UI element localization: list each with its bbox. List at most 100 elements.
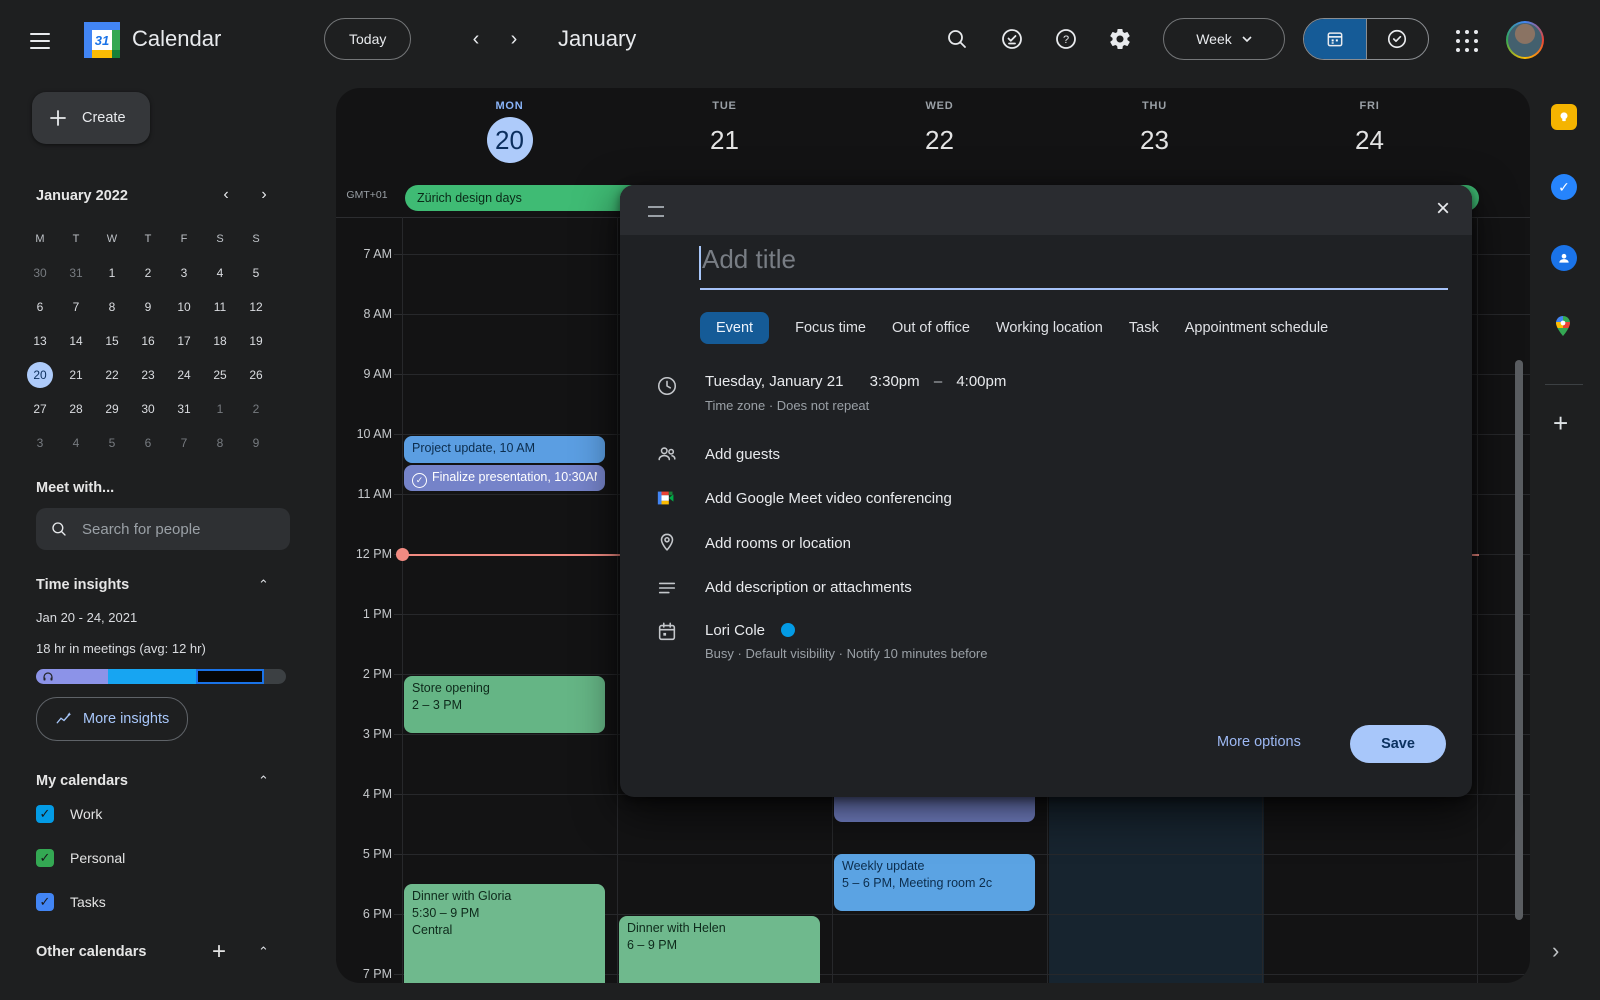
mini-calendar-day[interactable]: 9 [243, 430, 269, 456]
keep-icon[interactable] [1551, 104, 1577, 130]
view-selector-dropdown[interactable]: Week [1163, 18, 1285, 60]
mini-calendar-day[interactable]: 18 [207, 328, 233, 354]
tab-focus-time[interactable]: Focus time [795, 320, 866, 336]
mini-calendar-day[interactable]: 31 [171, 396, 197, 422]
apps-grid-icon[interactable] [1456, 30, 1480, 54]
tab-task[interactable]: Task [1129, 320, 1159, 336]
mini-calendar-day[interactable]: 3 [171, 260, 197, 286]
mini-calendar-day[interactable]: 10 [171, 294, 197, 320]
event-chip-dinner-with-gloria[interactable]: Dinner with Gloria5:30 – 9 PMCentral [404, 884, 605, 983]
more-options-button[interactable]: More options [1217, 734, 1301, 750]
mini-calendar-day[interactable]: 4 [63, 430, 89, 456]
mini-calendar-prev-icon[interactable]: ‹ [214, 186, 238, 204]
mini-calendar-day[interactable]: 3 [27, 430, 53, 456]
mini-calendar-day[interactable]: 28 [63, 396, 89, 422]
mini-calendar-day[interactable]: 5 [99, 430, 125, 456]
mini-calendar-day[interactable]: 1 [99, 260, 125, 286]
calendar-list-item[interactable]: ✓Personal [0, 836, 300, 880]
tab-appointment-schedule[interactable]: Appointment schedule [1185, 320, 1329, 336]
event-chip-weekly-update[interactable]: Weekly update5 – 6 PM, Meeting room 2c [834, 854, 1035, 911]
event-date[interactable]: Tuesday, January 21 [705, 373, 843, 390]
close-icon[interactable]: × [1436, 195, 1450, 223]
timezone-repeat-row[interactable]: Time zone · Does not repeat [705, 398, 869, 413]
calendar-checkbox-work[interactable]: ✓ [36, 805, 54, 823]
hide-panel-chevron-icon[interactable]: › [1552, 938, 1559, 964]
mini-calendar-day[interactable]: 24 [171, 362, 197, 388]
get-add-ons-icon[interactable]: + [1553, 408, 1568, 439]
event-start-time[interactable]: 3:30pm [870, 373, 920, 390]
tasks-view-toggle[interactable] [1366, 19, 1428, 59]
search-icon[interactable] [945, 27, 969, 56]
mini-calendar-next-icon[interactable]: › [252, 186, 276, 204]
add-description-row[interactable]: Add description or attachments [705, 579, 912, 596]
maps-icon[interactable] [1551, 314, 1577, 340]
mini-calendar-day[interactable]: 16 [135, 328, 161, 354]
vertical-scrollbar[interactable] [1515, 360, 1523, 920]
mini-calendar-day[interactable]: 26 [243, 362, 269, 388]
next-chevron-icon[interactable]: › [502, 28, 526, 51]
tab-out-of-office[interactable]: Out of office [892, 320, 970, 336]
day-number[interactable]: 22 [917, 117, 963, 163]
prev-chevron-icon[interactable]: ‹ [464, 28, 488, 51]
mini-calendar-day[interactable]: 20 [27, 362, 53, 388]
check-circle-icon[interactable] [1000, 27, 1024, 56]
mini-calendar-day[interactable]: 25 [207, 362, 233, 388]
mini-calendar-day[interactable]: 1 [207, 396, 233, 422]
event-chip-project-update[interactable]: Project update, 10 AM [404, 436, 605, 463]
mini-calendar-day[interactable]: 6 [135, 430, 161, 456]
drag-handle-icon[interactable] [648, 206, 664, 217]
contacts-icon[interactable] [1551, 245, 1577, 271]
mini-calendar-day[interactable]: 11 [207, 294, 233, 320]
today-button[interactable]: Today [324, 18, 411, 60]
add-guests-row[interactable]: Add guests [705, 446, 780, 463]
event-end-time[interactable]: 4:00pm [956, 373, 1006, 390]
mini-calendar-day[interactable]: 30 [135, 396, 161, 422]
day-number[interactable]: 21 [702, 117, 748, 163]
search-people-box[interactable] [36, 508, 290, 550]
save-button[interactable]: Save [1350, 725, 1446, 763]
mini-calendar-day[interactable]: 13 [27, 328, 53, 354]
owner-row[interactable]: Lori Cole [705, 622, 795, 639]
avatar[interactable] [1506, 21, 1544, 59]
mini-calendar-day[interactable]: 14 [63, 328, 89, 354]
mini-calendar-day[interactable]: 8 [207, 430, 233, 456]
mini-calendar-day[interactable]: 2 [135, 260, 161, 286]
mini-calendar-day[interactable]: 7 [63, 294, 89, 320]
mini-calendar-day[interactable]: 29 [99, 396, 125, 422]
calendar-logo-icon[interactable]: 31 [84, 22, 120, 58]
collapse-chevron-icon[interactable]: ⌃ [258, 773, 269, 789]
search-people-input[interactable] [80, 520, 264, 539]
hamburger-menu-icon[interactable] [30, 28, 50, 54]
mini-calendar-day[interactable]: 6 [27, 294, 53, 320]
mini-calendar-day[interactable]: 31 [63, 260, 89, 286]
mini-calendar-day[interactable]: 8 [99, 294, 125, 320]
calendar-checkbox-personal[interactable]: ✓ [36, 849, 54, 867]
dialog-drag-bar[interactable]: × [620, 185, 1472, 235]
mini-calendar-day[interactable]: 7 [171, 430, 197, 456]
event-title-input[interactable] [700, 243, 1394, 276]
owner-status-row[interactable]: Busy · Default visibility · Notify 10 mi… [705, 646, 988, 661]
mini-calendar-day[interactable]: 30 [27, 260, 53, 286]
add-meet-row[interactable]: Add Google Meet video conferencing [705, 490, 952, 507]
event-datetime-row[interactable]: Tuesday, January 21 3:30pm – 4:00pm [705, 373, 1006, 390]
calendar-list-item[interactable]: ✓Tasks [0, 880, 300, 924]
mini-calendar-day[interactable]: 21 [63, 362, 89, 388]
mini-calendar-day[interactable]: 5 [243, 260, 269, 286]
event-chip-store-opening[interactable]: Store opening2 – 3 PM [404, 676, 605, 733]
calendar-checkbox-tasks[interactable]: ✓ [36, 893, 54, 911]
collapse-chevron-icon[interactable]: ⌃ [258, 577, 269, 593]
add-rooms-row[interactable]: Add rooms or location [705, 535, 851, 552]
tab-event[interactable]: Event [700, 312, 769, 344]
collapse-chevron-icon[interactable]: ⌃ [258, 944, 269, 960]
mini-calendar-day[interactable]: 27 [27, 396, 53, 422]
create-button[interactable]: Create [32, 92, 150, 144]
calendar-view-toggle[interactable] [1304, 19, 1366, 59]
mini-calendar-day[interactable]: 12 [243, 294, 269, 320]
mini-calendar-day[interactable]: 23 [135, 362, 161, 388]
mini-calendar-day[interactable]: 17 [171, 328, 197, 354]
more-insights-button[interactable]: More insights [36, 697, 188, 741]
day-number[interactable]: 23 [1132, 117, 1178, 163]
event-chip-finalize-presentation[interactable]: ✓Finalize presentation, 10:30AM [404, 465, 605, 491]
day-number[interactable]: 24 [1347, 117, 1393, 163]
event-chip-dinner-with-helen[interactable]: Dinner with Helen6 – 9 PM [619, 916, 820, 983]
